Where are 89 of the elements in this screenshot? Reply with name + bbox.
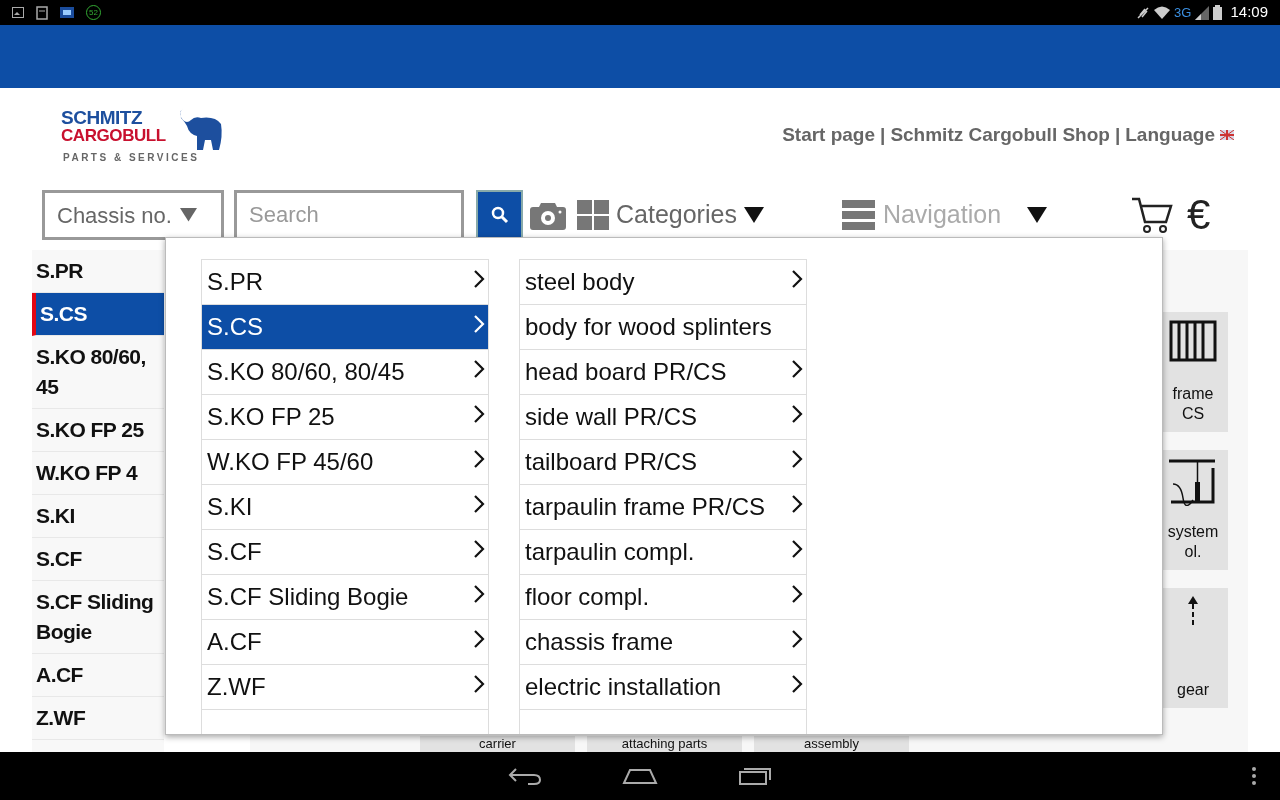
chevron-icon [791,449,803,469]
mute-icon [1136,5,1151,20]
menu-item[interactable]: S.KI [202,485,488,530]
menu-item[interactable]: S.CF Sliding Bogie [202,575,488,620]
link-separator: | [1114,122,1121,147]
chevron-icon [473,449,485,469]
menu-item[interactable]: W.KO FP 45/60 [202,440,488,485]
dropdown-triangle-icon [1027,207,1048,223]
overflow-menu-icon[interactable] [1252,767,1256,785]
logo-tagline: PARTS & SERVICES [63,153,200,163]
menu-item[interactable]: S.CF [202,530,488,575]
image-icon [12,7,24,18]
chevron-icon [473,404,485,424]
frame-icon [1169,320,1217,362]
menu-item[interactable]: side wall PR/CS [520,395,806,440]
arrow-up-icon [1188,596,1198,626]
sidebar-item[interactable]: S.CF [32,538,164,581]
header-link[interactable]: Start page [782,120,876,150]
dropdown-triangle-icon [743,207,764,223]
menu-item[interactable]: chassis frame [520,620,806,665]
tile-label: gear [1177,680,1209,700]
uk-flag-icon [1220,130,1234,140]
chevron-icon [473,674,485,694]
logo-text: SCHMITZ [61,108,144,127]
document-icon [36,5,48,20]
sidebar-item[interactable]: S.KI [32,495,164,538]
menu-item[interactable]: S.KO FP 25 [202,395,488,440]
chevron-icon [473,584,485,604]
sidebar-item[interactable]: S.KO 80/60, 45 [32,336,164,409]
chevron-icon [791,494,803,514]
battery-icon [1213,5,1223,20]
menu-item[interactable]: S.KO 80/60, 80/45 [202,350,488,395]
link-separator: | [880,122,886,147]
cart-icon[interactable] [1131,196,1174,234]
card-icon [60,7,74,18]
clock: 14:09 [1230,2,1268,23]
grid-icon [577,200,609,230]
sidebar-item[interactable]: S.CS [32,293,164,336]
menu-item[interactable]: tarpaulin frame PR/CS [520,485,806,530]
home-icon[interactable] [622,768,658,784]
chevron-icon [791,629,803,649]
menu-icon [841,200,875,230]
network-type: 3G [1174,3,1192,22]
chevron-icon [791,404,803,424]
search-button[interactable] [476,190,523,240]
tile-label: attaching parts [587,736,742,752]
dropdown-triangle-icon [179,208,197,222]
chevron-icon [791,269,803,289]
menu-item[interactable]: Z.WF [202,665,488,710]
sidebar-item[interactable]: S.CF Sliding Bogie [32,581,164,654]
menu-item[interactable]: electric installation [520,665,806,710]
logo-text: CARGOBULL [61,127,167,144]
chevron-icon [791,539,803,559]
header-link[interactable]: Schmitz Cargobull Shop [890,120,1110,150]
chevron-icon [473,494,485,514]
tile-label: frame CS [1171,384,1215,424]
menu-item[interactable]: steel body [520,260,806,305]
chevron-icon [473,359,485,379]
chevron-icon [791,584,803,604]
menu-item[interactable]: tarpaulin compl. [520,530,806,575]
categories-button[interactable]: Categories [577,196,764,234]
sidebar-item[interactable]: W.KO FP 4 [32,452,164,495]
chevron-icon [473,539,485,559]
back-icon[interactable] [508,767,542,785]
menu-item[interactable]: A.CF [202,620,488,665]
chevron-icon [473,314,485,334]
tile-label: assembly [754,736,909,752]
chevron-icon [791,674,803,694]
tile-label: carrier [420,736,575,752]
signal-icon [1195,5,1210,20]
search-icon [490,206,509,224]
sidebar-item[interactable]: S.KO FP 25 [32,409,164,452]
currency-symbol[interactable]: € [1187,194,1211,236]
recent-apps-icon[interactable] [738,767,772,785]
sidebar-item[interactable]: A.CF [32,654,164,697]
menu-item[interactable]: body for wood splinters [520,305,806,350]
menu-item[interactable]: head board PR/CS [520,350,806,395]
sidebar-item[interactable]: Z.WF [32,697,164,740]
lift-system-icon [1169,458,1217,506]
chevron-icon [473,629,485,649]
menu-item[interactable]: tailboard PR/CS [520,440,806,485]
logo[interactable]: SCHMITZ CARGOBULL PARTS & SERVICES [61,108,223,163]
menu-item[interactable]: floor compl. [520,575,806,620]
wifi-icon [1154,6,1171,19]
menu-item[interactable]: S.CS [202,305,488,350]
header-link[interactable]: Language [1125,120,1215,150]
chevron-icon [473,269,485,289]
tile-label: system ol. [1166,522,1220,562]
chevron-icon [791,359,803,379]
